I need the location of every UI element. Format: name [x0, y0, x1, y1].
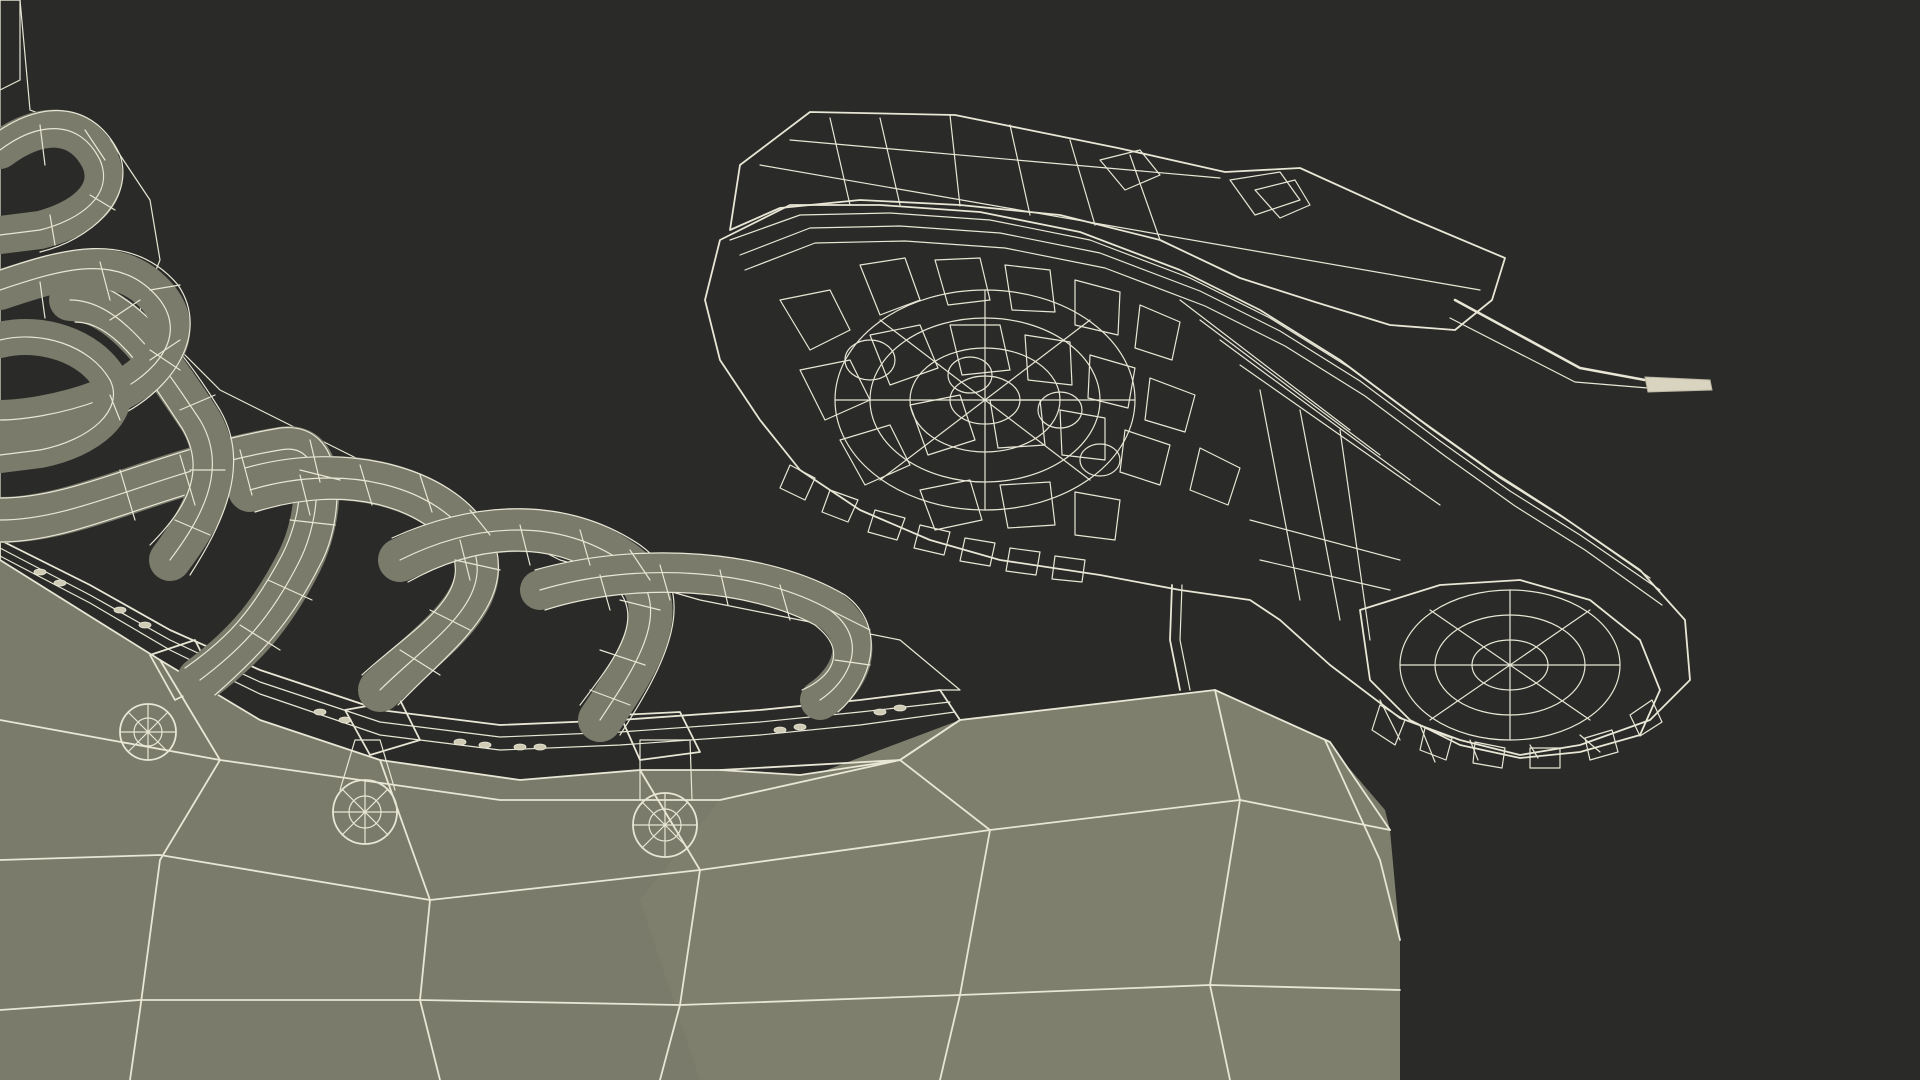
hanging-lace: [1169, 584, 1181, 691]
boot-collar: [0, 0, 21, 91]
lace-segment: [520, 552, 873, 720]
tread-center-pattern: [834, 289, 1136, 511]
tread-lugs-forefoot: [779, 257, 1241, 541]
lace-string-2: [1449, 317, 1649, 389]
3d-viewport[interactable]: [0, 0, 1920, 1080]
lace-aglet: [1644, 376, 1713, 393]
wireframe-render: [0, 0, 1713, 1080]
eyelet: [119, 703, 177, 761]
toe-cap: [640, 690, 1400, 1080]
lace-string: [1453, 298, 1647, 382]
lace-segment: [0, 109, 123, 254]
boot-upper-closeup: [0, 0, 1401, 1080]
